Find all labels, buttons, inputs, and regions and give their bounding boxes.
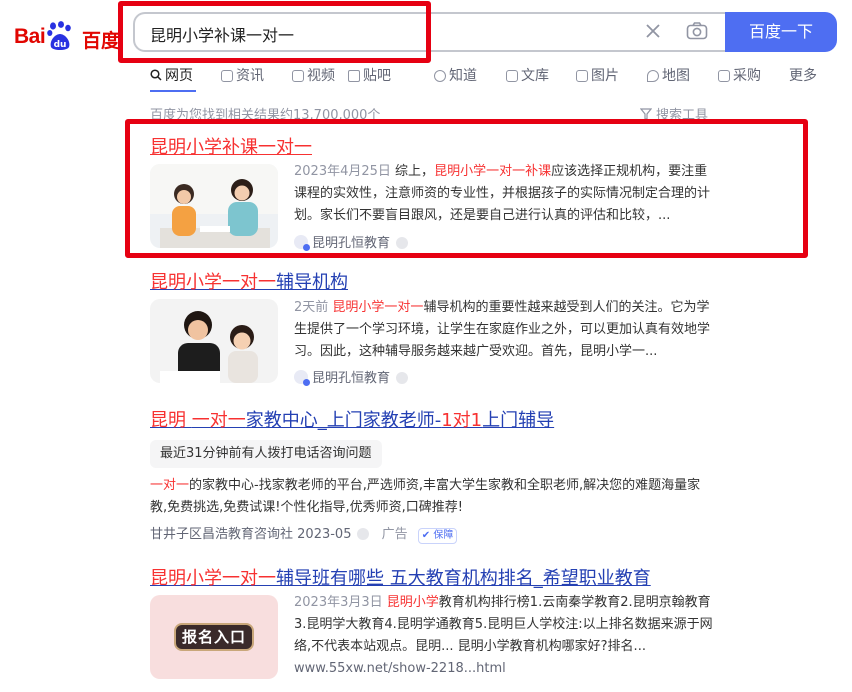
tab-purchase[interactable]: 采购 [718,66,761,86]
result-snippet: 2天前 昆明小学一对一辅导机构的重要性越来越受到人们的关注。它为学生提供了一个学… [294,297,714,363]
news-icon [221,70,233,82]
search-button[interactable]: 百度一下 [725,12,837,52]
map-icon [647,70,659,82]
tab-images[interactable]: 图片 [576,66,619,86]
tab-more[interactable]: 更多 [789,66,817,86]
baidu-logo[interactable]: Bai du 百度 [14,17,120,57]
snippet-highlight: 一对一 [150,478,190,493]
tab-label: 知道 [449,68,477,84]
tab-zhidao[interactable]: 知道 [434,66,477,86]
title-text: 上门辅导 [482,410,555,431]
source-name: 昆明孔恒教育 [312,371,391,386]
tab-label: 更多 [789,68,817,84]
video-icon [292,70,304,82]
tab-web[interactable]: 网页 [150,66,193,86]
result-title[interactable]: 昆明小学一对一辅导班有哪些 五大教育机构排名_希望职业教育 [150,564,651,590]
result-thumbnail[interactable]: 报名入口 [150,595,278,679]
source-logo-icon [294,370,310,386]
logo-text-bai: Bai [14,25,46,48]
result-thumbnail[interactable] [150,299,278,383]
title-highlight: 昆明 [150,410,186,431]
annotation-box-search [118,1,431,63]
title-highlight: 昆明小学一对一 [150,272,276,293]
ad-label: 广告 [381,527,408,542]
tab-label: 资讯 [236,68,264,84]
study-photo [150,299,278,383]
tieba-icon [348,70,360,82]
tab-label: 文库 [521,68,549,84]
tab-video[interactable]: 视频 [292,66,335,86]
chevron-down-icon[interactable] [357,528,370,540]
result-source[interactable]: 昆明孔恒教育 [294,367,409,386]
logo-text-cn: 百度 [82,30,121,52]
camera-icon[interactable] [686,21,708,41]
tab-label: 视频 [307,68,335,84]
tab-map[interactable]: 地图 [647,66,690,86]
result-source[interactable]: 甘井子区昌浩教育咨询社 2023-05 广告 ✔ 保障 [150,523,458,544]
question-icon [434,70,446,82]
chevron-down-icon[interactable] [396,372,409,384]
guarantee-badge[interactable]: ✔ 保障 [417,528,458,544]
tab-active-indicator [150,90,196,92]
close-icon[interactable] [644,22,662,40]
badge-label: 保障 [433,530,454,541]
result-title[interactable]: 昆明小学一对一辅导机构 [150,268,348,294]
result-source[interactable]: www.55xw.net/show-2218...html [294,661,506,676]
svg-text:du: du [54,40,67,50]
cart-icon [718,70,730,82]
result-date: 2天前 [294,300,329,315]
call-tip[interactable]: 最近31分钟前有人拨打电话咨询问题 [150,440,382,468]
tab-label: 图片 [591,68,619,84]
snippet-highlight: 昆明小学 [386,595,439,610]
tab-label: 网页 [165,68,193,84]
title-text: 辅导机构 [276,272,348,293]
signup-sign: 报名入口 [174,623,254,651]
tab-label: 地图 [662,68,690,84]
source-date: 2023-05 [297,527,352,542]
title-highlight: 一对一 [191,410,246,431]
snippet-text: 的家教中心-找家教老师的平台,严选师资,丰富大学生家教和全职老师,解决您的难题海… [150,478,701,515]
title-highlight: 1对1 [441,410,483,431]
search-icon [150,69,162,81]
doc-icon [506,70,518,82]
source-name: 甘井子区昌浩教育咨询社 [150,527,294,542]
snippet-highlight: 昆明小学一对一 [332,300,424,315]
paw-logo-icon: du [47,21,71,50]
tab-label: 采购 [733,68,761,84]
tab-news[interactable]: 资讯 [221,66,264,86]
source-url: www.55xw.net/show-2218...html [294,661,506,676]
tab-label: 贴吧 [363,68,391,84]
annotation-box-result [125,119,808,258]
image-icon [576,70,588,82]
title-text: 辅导班有哪些 五大教育机构排名_希望职业教育 [276,568,651,589]
title-highlight: 昆明小学一对一 [150,568,276,589]
tab-tieba[interactable]: 贴吧 [348,66,391,86]
tab-wenku[interactable]: 文库 [506,66,549,86]
shield-icon: ✔ [421,530,431,541]
result-snippet: 一对一的家教中心-找家教老师的平台,严选师资,丰富大学生家教和全职老师,解决您的… [150,475,715,519]
result-date: 2023年3月3日 [294,595,383,610]
title-text: 家教中心_上门家教老师- [245,410,442,431]
result-snippet: 2023年3月3日 昆明小学教育机构排行榜1.云南秦学教育2.昆明京翰教育3.昆… [294,592,714,658]
result-title[interactable]: 昆明 一对一家教中心_上门家教老师-1对1上门辅导 [150,406,554,432]
